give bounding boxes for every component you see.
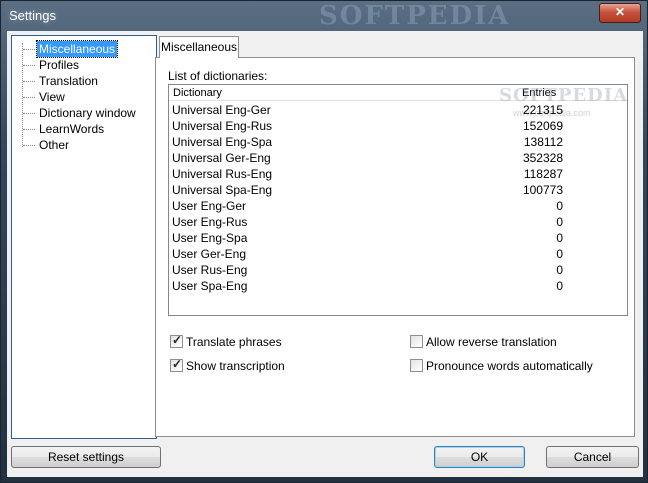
checkbox-label: Allow reverse translation [426,335,557,349]
entry-count: 0 [556,215,563,229]
watermark: SOFTPEDIA [319,1,511,31]
tab-panel: List of dictionaries: Dictionary Entries… [155,57,635,437]
tree-branch [23,113,35,114]
ok-button[interactable]: OK [434,446,525,468]
entry-count: 100773 [522,183,563,197]
tree-item-label: Dictionary window [39,106,136,120]
tree-item-label: LearnWords [39,122,105,136]
tree-item-label: Translation [39,74,98,88]
tree-item-dictionary-window[interactable]: Dictionary window [12,105,152,121]
entry-count: 118287 [523,167,563,181]
tree-branch [23,65,35,66]
reset-settings-button[interactable]: Reset settings [11,446,161,468]
tree-item-translation[interactable]: Translation [12,73,152,89]
column-header-dictionary[interactable]: Dictionary [173,87,222,99]
list-item[interactable]: Universal Rus-Eng 118287 [169,166,627,182]
tree-item-profiles[interactable]: Profiles [12,57,152,73]
tab-miscellaneous[interactable]: Miscellaneous [159,36,239,58]
list-item[interactable]: Universal Eng-Spa 138112 [169,134,627,150]
list-item[interactable]: User Rus-Eng 0 [169,262,627,278]
entry-count: 0 [556,279,563,293]
dialog-client: Miscellaneous Profiles Translation View … [7,31,643,477]
tree-branch [23,145,35,146]
checkbox-box[interactable] [410,335,423,348]
tree-branch [23,49,35,50]
entry-count: 221315 [522,103,563,117]
tree-item-view[interactable]: View [12,89,152,105]
settings-window: Settings SOFTPEDIA ✕ Miscellaneous Profi… [0,0,648,483]
tree-item-label: Profiles [39,58,80,72]
close-button[interactable]: ✕ [599,3,641,23]
dictionary-name: Universal Rus-Eng [172,167,273,181]
tree-item-other[interactable]: Other [12,137,152,153]
dictionary-name: Universal Eng-Rus [172,119,273,133]
tree-item-label: View [39,90,65,104]
entry-count: 0 [556,247,563,261]
dictionary-name: Universal Spa-Eng [172,183,273,197]
dictionary-name: User Rus-Eng [172,263,248,277]
checkbox-label: Translate phrases [186,335,282,349]
list-item[interactable]: User Ger-Eng 0 [169,246,627,262]
list-item[interactable]: User Spa-Eng 0 [169,278,627,294]
list-item[interactable]: User Eng-Rus 0 [169,214,627,230]
dictionary-name: User Ger-Eng [172,247,247,261]
entry-count: 0 [556,263,563,277]
checkbox-box[interactable]: ✓ [170,333,183,348]
dictionary-name: Universal Eng-Ger [172,103,271,117]
dictionary-name: User Eng-Rus [172,215,248,229]
tree-branch [23,81,35,82]
dictionaries-label: List of dictionaries: [168,69,268,83]
list-item[interactable]: Universal Eng-Ger 221315 [169,102,627,118]
checkbox-label: Show transcription [186,359,285,373]
dictionary-name: Universal Ger-Eng [172,151,271,165]
dictionary-name: Universal Eng-Spa [172,135,273,149]
check-icon: ✓ [172,333,183,347]
cancel-button[interactable]: Cancel [546,446,639,468]
title-bar[interactable]: Settings SOFTPEDIA ✕ [1,1,647,31]
dictionary-name: User Eng-Ger [172,199,247,213]
tree-item-learnwords[interactable]: LearnWords [12,121,152,137]
list-item[interactable]: User Eng-Spa 0 [169,230,627,246]
tree-item-label: Other [39,138,70,152]
list-item[interactable]: Universal Spa-Eng 100773 [169,182,627,198]
checkbox-box[interactable]: ✓ [170,357,183,372]
list-item[interactable]: User Eng-Ger 0 [169,198,627,214]
tree-item-miscellaneous[interactable]: Miscellaneous [12,40,152,58]
dictionary-name: User Eng-Spa [172,231,248,245]
list-item[interactable]: Universal Ger-Eng 352328 [169,150,627,166]
check-icon: ✓ [172,357,183,371]
entry-count: 0 [556,199,563,213]
tree-branch [23,129,35,130]
checkbox-box[interactable] [410,359,423,372]
window-title: Settings [9,8,56,23]
dictionaries-list[interactable]: Dictionary Entries SOFTPEDIA www.softped… [168,84,628,316]
entry-count: 138112 [523,135,563,149]
dictionary-name: User Spa-Eng [172,279,248,293]
entry-count: 0 [556,231,563,245]
list-item[interactable]: Universal Eng-Rus 152069 [169,118,627,134]
tree-item-label: Miscellaneous [35,40,119,58]
entry-count: 352328 [522,151,563,165]
settings-tree[interactable]: Miscellaneous Profiles Translation View … [11,35,157,439]
tree-branch [23,97,35,98]
entry-count: 152069 [522,119,563,133]
checkbox-label: Pronounce words automatically [426,359,593,373]
